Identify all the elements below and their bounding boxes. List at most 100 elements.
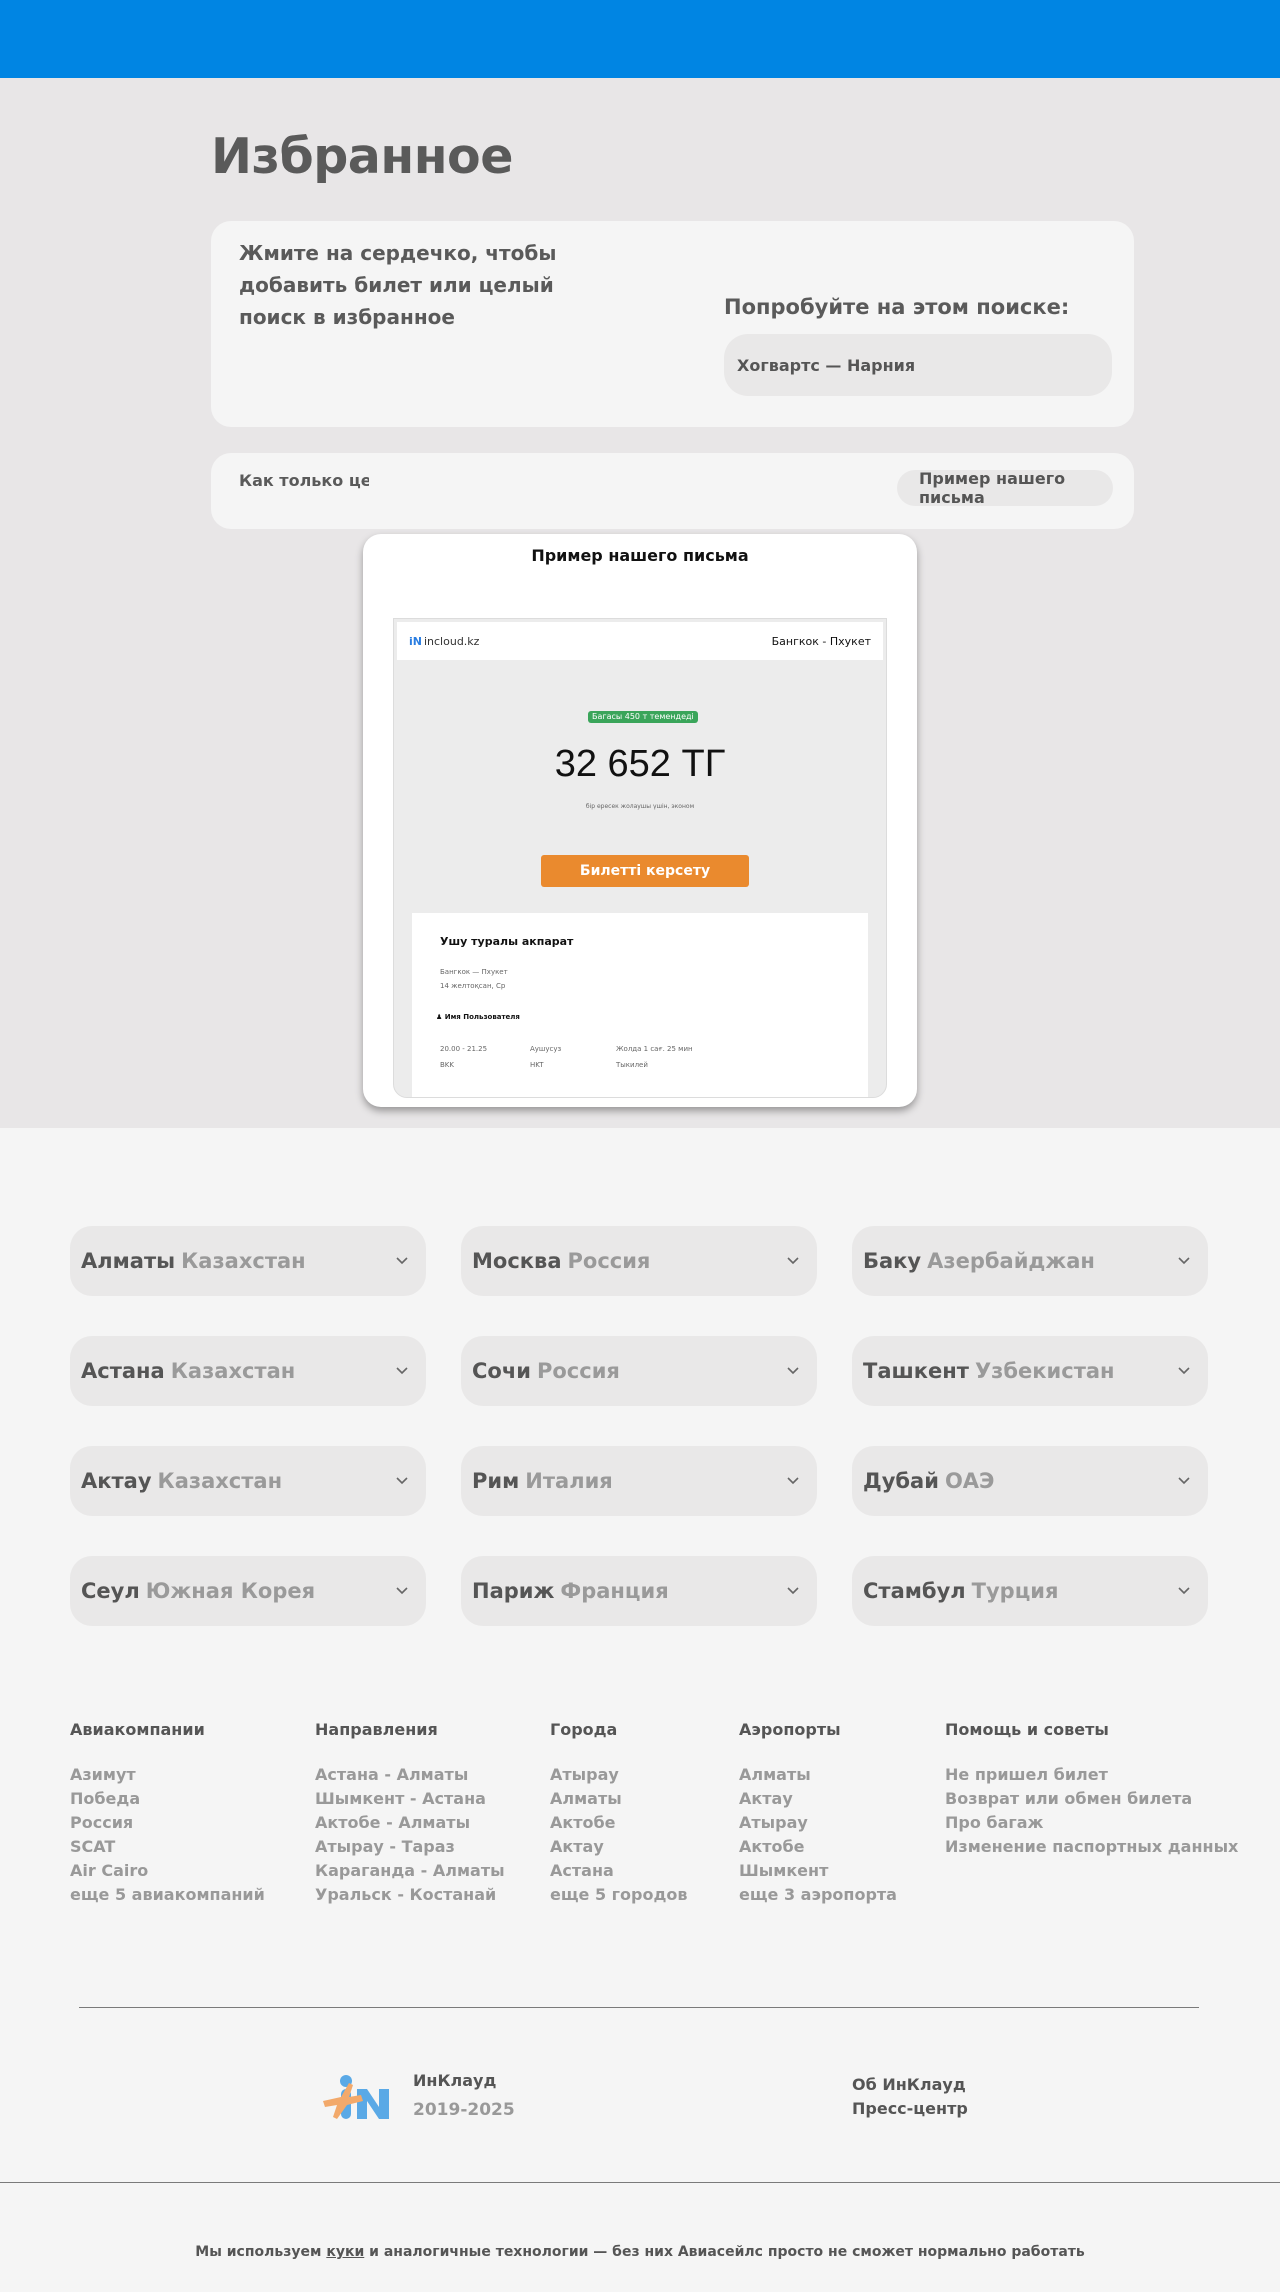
footer-link[interactable]: Возврат или обмен билета: [945, 1787, 1238, 1811]
city-accordion[interactable]: Париж Франция: [461, 1556, 817, 1626]
footer-link[interactable]: Актобе: [550, 1811, 688, 1835]
city-accordion[interactable]: Астана Казахстан: [70, 1336, 426, 1406]
popup-title: Пример нашего письма: [531, 546, 749, 565]
footer-link[interactable]: Актобе - Алматы: [315, 1811, 505, 1835]
city-accordion[interactable]: Сеул Южная Корея: [70, 1556, 426, 1626]
trip-title: Ушу туралы акпарат: [440, 935, 574, 948]
footer-link[interactable]: еще 5 городов: [550, 1883, 688, 1907]
email-price-note: бір ересек жолаушы үшін, эконом: [585, 803, 695, 810]
city-accordion[interactable]: Алматы Казахстан: [70, 1226, 426, 1296]
footer-link[interactable]: Астана: [550, 1859, 688, 1883]
footer-link[interactable]: Атырау: [550, 1763, 688, 1787]
trip-transfer: Тыкилей: [616, 1061, 648, 1069]
cookie-text-after: и аналогичные технологии — без них Авиас…: [364, 2244, 1085, 2260]
footer-link-column: Авиакомпании Азимут Победа Россия SCAT Air Ca…: [70, 1720, 265, 1907]
footer-link-column: Направления Астана - Алматы Шымкент - Аста…: [315, 1720, 505, 1907]
city-name: Ташкент: [863, 1359, 969, 1383]
footer-link[interactable]: Астана - Алматы: [315, 1763, 505, 1787]
city-accordion[interactable]: Баку Азербайджан: [852, 1226, 1208, 1296]
trip-to-code: HKT: [530, 1061, 544, 1069]
email-logo: iN incloud.kz: [409, 635, 479, 648]
city-accordion[interactable]: Ташкент Узбекистан: [852, 1336, 1208, 1406]
city-accordion[interactable]: Дубай ОАЭ: [852, 1446, 1208, 1516]
trip-from-code: BKK: [440, 1061, 454, 1069]
favorites-empty-card: Жмите на сердечко, чтобы добавить билет …: [211, 221, 1134, 427]
press-center-link[interactable]: Пресс-центр: [852, 2097, 968, 2121]
footer-link[interactable]: Air Cairo: [70, 1859, 265, 1883]
chevron-down-icon: [787, 1367, 799, 1375]
city-name: Москва: [472, 1249, 562, 1273]
country-name: Россия: [536, 1359, 620, 1383]
email-logo-text: incloud.kz: [423, 634, 480, 648]
email-preview: iN incloud.kz Бангкок - Пхукет Багасы 45…: [393, 618, 887, 1098]
city-accordion[interactable]: Сочи Россия: [461, 1336, 817, 1406]
try-search-button[interactable]: Хогвартс — Нарния: [724, 334, 1112, 396]
city-accordion[interactable]: Стамбул Турция: [852, 1556, 1208, 1626]
footer-link[interactable]: Актау: [739, 1787, 897, 1811]
footer-link-column: Аэропорты Алматы Актау Атырау Актобе Шымкент е…: [739, 1720, 897, 1907]
email-example-button[interactable]: Пример нашего письма: [897, 469, 1113, 507]
chevron-down-icon: [787, 1587, 799, 1595]
trip-date: 14 желтоқсан, Ср: [440, 982, 506, 990]
country-name: ОАЭ: [944, 1469, 995, 1493]
user-icon: ♟: [436, 1013, 443, 1021]
top-header-bar: [0, 0, 1280, 78]
city-accordion[interactable]: Рим Италия: [461, 1446, 817, 1516]
footer-link[interactable]: еще 5 авиакомпаний: [70, 1883, 265, 1907]
cookie-divider: [0, 2182, 1280, 2183]
country-name: Турция: [971, 1579, 1059, 1603]
footer-link[interactable]: еще 3 аэропорта: [739, 1883, 897, 1907]
trip-info: Ушу туралы акпарат Бангкок — Пхукет 14 ж…: [412, 913, 868, 1097]
city-name: Париж: [472, 1579, 555, 1603]
footer-link[interactable]: Про багаж: [945, 1811, 1238, 1835]
email-route: Бангкок - Пхукет: [771, 634, 871, 648]
footer-link[interactable]: Азимут: [70, 1763, 265, 1787]
cookie-link[interactable]: куки: [326, 2244, 364, 2260]
favorites-hint: Жмите на сердечко, чтобы добавить билет …: [239, 241, 557, 329]
country-name: Узбекистан: [974, 1359, 1115, 1383]
footer-link[interactable]: Шымкент - Астана: [315, 1787, 505, 1811]
footer-link[interactable]: Уральск - Костанай: [315, 1883, 505, 1907]
city-name: Стамбул: [863, 1579, 966, 1603]
footer-link[interactable]: Актобе: [739, 1835, 897, 1859]
email-price: 32 652 ТГ: [554, 743, 726, 785]
country-name: Россия: [567, 1249, 651, 1273]
footer-column-heading: Направления: [315, 1720, 438, 1739]
trip-route: Бангкок — Пхукет 14 желтоқсан, Ср: [440, 965, 508, 993]
country-name: Франция: [560, 1579, 669, 1603]
baggage-badge: Багасы 450 т темендеді: [588, 711, 698, 723]
city-accordion[interactable]: Актау Казахстан: [70, 1446, 426, 1516]
show-ticket-button[interactable]: Билетті керсету: [541, 855, 749, 887]
footer-link[interactable]: Не пришел билет: [945, 1763, 1238, 1787]
footer-column-heading: Помощь и советы: [945, 1720, 1109, 1739]
trip-time: 20.00 - 21.25: [440, 1045, 488, 1053]
footer-link[interactable]: Атырау: [739, 1811, 897, 1835]
footer-link[interactable]: Караганда - Алматы: [315, 1859, 505, 1883]
city-name: Сеул: [81, 1579, 140, 1603]
chevron-down-icon: [396, 1477, 408, 1485]
footer-link[interactable]: Шымкент: [739, 1859, 897, 1883]
footer-link[interactable]: Изменение паспортных данных: [945, 1835, 1238, 1859]
about-link[interactable]: Об ИнКлауд: [852, 2073, 968, 2097]
footer-column-heading: Аэропорты: [739, 1720, 841, 1739]
city-name: Актау: [81, 1469, 152, 1493]
footer-link[interactable]: Победа: [70, 1787, 265, 1811]
footer-link-column: Помощь и советы Не пришел билет Возврат ил…: [945, 1720, 1238, 1859]
footer-link[interactable]: Россия: [70, 1811, 265, 1835]
country-name: Казахстан: [181, 1249, 306, 1273]
city-name: Дубай: [863, 1469, 939, 1493]
trip-carrier: Аушусуз: [530, 1045, 562, 1053]
trip-user-name: Имя Пользователя: [444, 1013, 520, 1021]
footer-link[interactable]: Алматы: [739, 1763, 897, 1787]
footer-link[interactable]: SCAT: [70, 1835, 265, 1859]
footer-link[interactable]: Актау: [550, 1835, 688, 1859]
city-accordion[interactable]: Москва Россия: [461, 1226, 817, 1296]
city-name: Баку: [863, 1249, 922, 1273]
footer-link[interactable]: Алматы: [550, 1787, 688, 1811]
country-name: Казахстан: [157, 1469, 283, 1493]
footer-divider: [79, 2007, 1199, 2008]
brand-years: 2019-2025: [413, 2100, 515, 2120]
email-header: iN incloud.kz Бангкок - Пхукет: [397, 622, 883, 660]
footer-link[interactable]: Атырау - Тараз: [315, 1835, 505, 1859]
incloud-logo-icon: [323, 2075, 389, 2119]
